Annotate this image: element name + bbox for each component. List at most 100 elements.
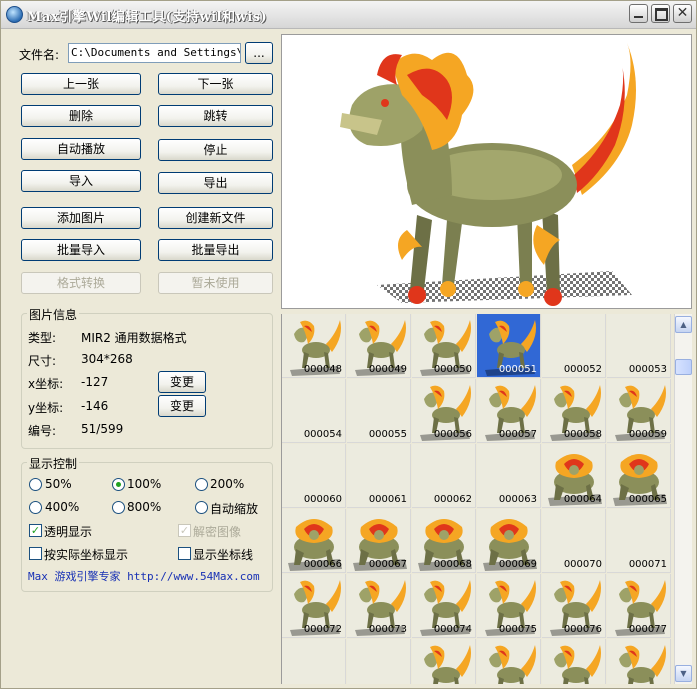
batch-export-button[interactable]: 批量导出	[158, 239, 273, 261]
display-control-title: 显示控制	[27, 455, 80, 472]
add-image-button[interactable]: 添加图片	[21, 207, 141, 229]
batch-import-button[interactable]: 批量导入	[21, 239, 141, 261]
thumbnail-number: 000063	[498, 494, 537, 505]
footer-link[interactable]: Max 游戏引擎专家 http://www.54Max.com	[28, 568, 260, 584]
show-axes-checkbox[interactable]	[178, 547, 191, 560]
thumbnail-scrollbar[interactable]: ▲ ▼	[674, 314, 692, 684]
zoom-auto-label: 自动缩放	[210, 502, 259, 516]
thumbnail-cell[interactable]: 000053	[607, 314, 671, 378]
thumbnail-cell[interactable]: 000068	[412, 509, 476, 573]
thumbnail-cell[interactable]: 000073	[347, 574, 411, 638]
zoom-100-label: 100%	[127, 477, 162, 491]
thumbnail-cell[interactable]: 000055	[347, 379, 411, 443]
create-file-button[interactable]: 创建新文件	[158, 207, 273, 229]
thumbnail-cell[interactable]: 000074	[412, 574, 476, 638]
format-convert-button: 格式转换	[21, 272, 141, 294]
scroll-thumb[interactable]	[675, 359, 692, 375]
maximize-button[interactable]	[651, 4, 670, 23]
thumbnail-cell[interactable]	[412, 639, 476, 684]
actual-coords-checkbox[interactable]	[29, 547, 42, 560]
show-axes-label: 显示坐标线	[193, 548, 254, 562]
close-button[interactable]: ✕	[673, 4, 692, 23]
thumbnail-grid[interactable]: 000048 000049 000050 000051 000052 000053 0000…	[281, 314, 674, 684]
thumbnail-number: 000068	[433, 559, 472, 570]
thumbnail-cell[interactable]: 000050	[412, 314, 476, 378]
thumbnail-image	[489, 645, 536, 684]
thumbnail-cell[interactable]: 000059	[607, 379, 671, 443]
export-button[interactable]: 导出	[158, 172, 273, 194]
app-window: Max引擎Wil编辑工具(支持wil和wis) ✕ 文件名: C:\Docume…	[0, 0, 697, 689]
kirin-preview-image	[340, 43, 636, 306]
thumbnail-cell[interactable]	[477, 639, 541, 684]
thumbnail-number: 000055	[368, 429, 407, 440]
thumbnail-cell[interactable]	[542, 639, 606, 684]
zoom-50-label: 50%	[45, 477, 72, 491]
delete-button[interactable]: 删除	[21, 105, 141, 127]
next-button[interactable]: 下一张	[158, 73, 273, 95]
thumbnail-cell[interactable]: 000061	[347, 444, 411, 508]
transparent-checkbox[interactable]: ✓	[29, 524, 42, 537]
image-preview	[281, 34, 692, 309]
thumbnail-cell[interactable]: 000069	[477, 509, 541, 573]
thumbnail-cell[interactable]: 000070	[542, 509, 606, 573]
zoom-400-radio[interactable]	[29, 501, 42, 514]
jump-button[interactable]: 跳转	[158, 105, 273, 127]
thumbnail-cell[interactable]: 000048	[282, 314, 346, 378]
thumbnail-cell[interactable]	[347, 639, 411, 684]
scroll-up-button[interactable]: ▲	[675, 316, 692, 333]
thumbnail-cell[interactable]: 000077	[607, 574, 671, 638]
minimize-button[interactable]	[629, 4, 648, 23]
close-icon: ✕	[676, 5, 689, 21]
zoom-auto-radio[interactable]	[195, 501, 208, 514]
file-path-input[interactable]: C:\Documents and Settings\Ad	[68, 43, 241, 63]
thumbnail-number: 000059	[628, 429, 667, 440]
thumbnail-cell[interactable]: 000049	[347, 314, 411, 378]
decrypt-label: 解密图像	[193, 525, 242, 539]
thumbnail-cell[interactable]: 000067	[347, 509, 411, 573]
thumbnail-number: 000057	[498, 429, 537, 440]
file-label: 文件名:	[19, 48, 60, 62]
thumbnail-number: 000075	[498, 624, 537, 635]
zoom-800-radio[interactable]	[112, 501, 125, 514]
thumbnail-cell[interactable]: 000051	[477, 314, 541, 378]
stop-button[interactable]: 停止	[158, 139, 273, 161]
zoom-200-radio[interactable]	[195, 478, 208, 491]
index-value: 51/599	[81, 422, 124, 436]
thumbnail-cell[interactable]	[607, 639, 671, 684]
title-bar[interactable]: Max引擎Wil编辑工具(支持wil和wis) ✕	[1, 1, 696, 29]
thumbnail-cell[interactable]: 000052	[542, 314, 606, 378]
browse-button[interactable]: ...	[245, 42, 273, 64]
prev-button[interactable]: 上一张	[21, 73, 141, 95]
type-label: 类型:	[28, 331, 57, 345]
thumbnail-cell[interactable]: 000062	[412, 444, 476, 508]
thumbnail-number: 000066	[303, 559, 342, 570]
thumbnail-cell[interactable]: 000072	[282, 574, 346, 638]
decrypt-checkbox: ✓	[178, 524, 191, 537]
zoom-400-label: 400%	[45, 500, 80, 514]
thumbnail-cell[interactable]: 000060	[282, 444, 346, 508]
thumbnail-cell[interactable]: 000065	[607, 444, 671, 508]
autoplay-button[interactable]: 自动播放	[21, 138, 141, 160]
thumbnail-cell[interactable]: 000054	[282, 379, 346, 443]
thumbnail-cell[interactable]: 000064	[542, 444, 606, 508]
scroll-down-button[interactable]: ▼	[675, 665, 692, 682]
thumbnail-number: 000076	[563, 624, 602, 635]
thumbnail-cell[interactable]: 000058	[542, 379, 606, 443]
x-change-button[interactable]: 变更	[158, 371, 206, 393]
index-label: 编号:	[28, 424, 57, 438]
import-button[interactable]: 导入	[21, 170, 141, 192]
thumbnail-number: 000072	[303, 624, 342, 635]
thumbnail-cell[interactable]: 000071	[607, 509, 671, 573]
thumbnail-number: 000056	[433, 429, 472, 440]
y-change-button[interactable]: 变更	[158, 395, 206, 417]
thumbnail-cell[interactable]: 000066	[282, 509, 346, 573]
thumbnail-cell[interactable]: 000076	[542, 574, 606, 638]
thumbnail-cell[interactable]: 000075	[477, 574, 541, 638]
thumbnail-cell[interactable]	[282, 639, 346, 684]
thumbnail-cell[interactable]: 000056	[412, 379, 476, 443]
zoom-50-radio[interactable]	[29, 478, 42, 491]
thumbnail-number: 000071	[628, 559, 667, 570]
thumbnail-cell[interactable]: 000057	[477, 379, 541, 443]
thumbnail-cell[interactable]: 000063	[477, 444, 541, 508]
zoom-100-radio[interactable]	[112, 478, 125, 491]
